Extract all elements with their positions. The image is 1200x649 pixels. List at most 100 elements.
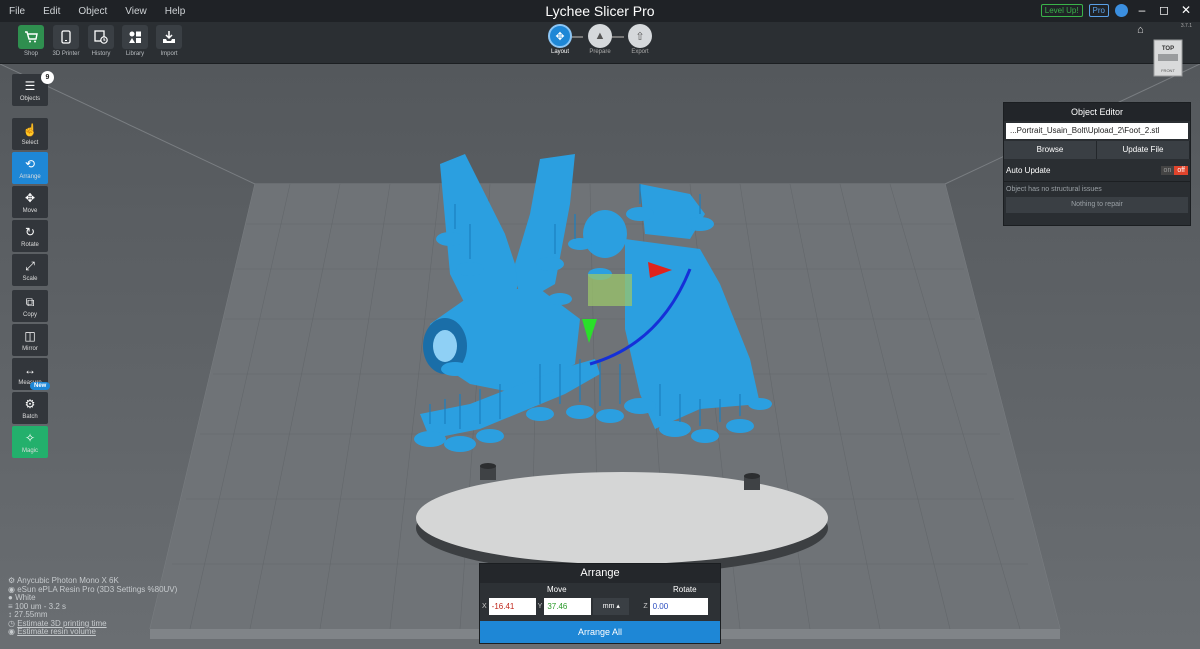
copy-label: Copy xyxy=(22,312,37,318)
library-label: Library xyxy=(125,51,145,57)
caret-up-icon: ▴ xyxy=(616,602,620,610)
copy-icon: ⧉ xyxy=(25,295,35,309)
batch-label: Batch xyxy=(22,414,38,420)
workflow-steps: ✥ Layout ▲ Prepare ⇧ Export xyxy=(543,23,663,63)
structural-status: Object has no structural issues xyxy=(1004,181,1190,193)
magic-button[interactable]: ✧ Magic xyxy=(12,426,48,458)
import-label: Import xyxy=(160,51,178,57)
batch-icon: ⚙ xyxy=(24,397,36,411)
auto-update-toggle[interactable]: on off xyxy=(1160,165,1188,175)
rotate-icon: ↻ xyxy=(24,225,36,239)
toggle-off[interactable]: off xyxy=(1174,165,1188,175)
step-layout[interactable]: ✥ Layout xyxy=(547,24,573,55)
pro-button[interactable]: Pro xyxy=(1088,3,1109,17)
arrange-title: Arrange xyxy=(480,564,720,583)
history-icon xyxy=(88,25,114,49)
new-badge: New xyxy=(30,382,51,390)
file-path-field[interactable]: ...Portrait_Usain_Bolt\Upload_2\Foot_2.s… xyxy=(1006,123,1188,139)
move-button[interactable]: ✥ Move xyxy=(12,186,48,218)
scale-label: Scale xyxy=(22,276,38,282)
move-arrows-icon: ✥ xyxy=(24,191,36,205)
batch-button[interactable]: New ⚙ Batch xyxy=(12,382,51,424)
shop-label: Shop xyxy=(23,51,38,57)
cart-icon xyxy=(18,25,44,49)
select-button[interactable]: ☝ Select xyxy=(12,118,48,150)
arrange-panel: Arrange Move Rotate X -16.41 Y 37.46 mm … xyxy=(479,563,721,644)
view-cube-top-label: TOP xyxy=(1162,46,1174,52)
view-cube[interactable]: TOP FRONT xyxy=(1153,39,1183,77)
menu-bar: File Edit Object View Help xyxy=(0,0,1200,22)
history-label: History xyxy=(91,51,111,57)
move-label: Move xyxy=(22,208,38,214)
update-file-button[interactable]: Update File xyxy=(1097,141,1190,159)
window-controls: Level Up! Pro – ◻ ✕ xyxy=(1040,2,1194,18)
minimize-icon[interactable]: – xyxy=(1134,2,1150,18)
version-label: 3.7.1 xyxy=(1180,23,1192,29)
mirror-button[interactable]: ◫ Mirror xyxy=(12,324,48,356)
pointer-hand-icon: ☝ xyxy=(22,123,38,137)
phone-printer-icon xyxy=(53,25,79,49)
user-icon[interactable] xyxy=(1115,3,1128,17)
export-icon: ⇧ xyxy=(628,24,652,48)
magic-label: Magic xyxy=(21,448,38,454)
magic-wand-icon: ✧ xyxy=(24,431,36,445)
estimate-resin-link[interactable]: ◉ Estimate resin volume xyxy=(8,627,177,637)
arrange-button[interactable]: ⟲ Arrange xyxy=(12,152,48,184)
shop-button[interactable]: Shop xyxy=(17,25,45,57)
import-icon xyxy=(156,25,182,49)
printer-button[interactable]: 3D Printer xyxy=(52,25,80,57)
move-arrows-icon: ✥ xyxy=(548,24,572,48)
repair-button[interactable]: Nothing to repair xyxy=(1006,197,1188,213)
history-button[interactable]: History xyxy=(87,25,115,57)
rotate-input[interactable]: 0.00 xyxy=(649,597,708,615)
rotate-label: Rotate xyxy=(21,242,39,248)
menu-help[interactable]: Help xyxy=(156,6,195,17)
y-input[interactable]: 37.46 xyxy=(544,597,592,615)
move-heading: Move xyxy=(547,585,567,594)
y-axis-label: Y xyxy=(537,602,543,610)
z-axis-label: Z xyxy=(643,602,648,610)
mirror-icon: ◫ xyxy=(24,329,36,343)
import-button[interactable]: Import xyxy=(155,25,183,57)
unit-value: mm xyxy=(602,602,615,610)
measure-icon: ↔ xyxy=(24,363,36,377)
step-export[interactable]: ⇧ Export xyxy=(627,24,653,55)
objects-count-badge: 9 xyxy=(41,71,54,84)
step-export-label: Export xyxy=(631,49,649,55)
printer-label: 3D Printer xyxy=(52,51,80,57)
supports-icon: ▲ xyxy=(588,24,612,48)
copy-button[interactable]: ⧉ Copy xyxy=(12,290,48,322)
select-label: Select xyxy=(21,140,39,146)
library-button[interactable]: Library xyxy=(121,25,149,57)
step-prepare[interactable]: ▲ Prepare xyxy=(587,24,613,55)
objects-button[interactable]: ☰ Objects 9 xyxy=(12,71,54,106)
unit-select[interactable]: mm ▴ xyxy=(593,597,630,615)
top-toolbar: Shop 3D Printer History Library Import ✥… xyxy=(0,22,1200,64)
menu-edit[interactable]: Edit xyxy=(34,6,69,17)
scale-icon: ⤢ xyxy=(25,259,35,273)
menu-object[interactable]: Object xyxy=(69,6,116,17)
object-editor-title: Object Editor xyxy=(1004,103,1190,121)
rotate-button[interactable]: ↻ Rotate xyxy=(12,220,48,252)
menu-view[interactable]: View xyxy=(116,6,156,17)
close-icon[interactable]: ✕ xyxy=(1178,2,1194,18)
left-toolbar: ☰ Objects 9 ☝ Select ⟲ Arrange ✥ Move ↻ … xyxy=(12,71,54,460)
scale-button[interactable]: ⤢ Scale xyxy=(12,254,48,286)
toggle-on[interactable]: on xyxy=(1160,165,1175,175)
maximize-icon[interactable]: ◻ xyxy=(1156,2,1172,18)
library-icon xyxy=(122,25,148,49)
x-input[interactable]: -16.41 xyxy=(488,597,536,615)
objects-label: Objects xyxy=(19,96,41,102)
object-editor-panel: Object Editor ...Portrait_Usain_Bolt\Upl… xyxy=(1003,102,1191,226)
auto-update-label: Auto Update xyxy=(1006,165,1051,175)
browse-button[interactable]: Browse xyxy=(1004,141,1097,159)
view-cube-front-label: FRONT xyxy=(1161,68,1175,73)
home-icon[interactable]: ⌂ xyxy=(1137,24,1144,36)
print-info: ⚙ Anycubic Photon Mono X 6K ◉ eSun ePLA … xyxy=(8,576,177,637)
menu-file[interactable]: File xyxy=(0,6,34,17)
arrange-all-button[interactable]: Arrange All xyxy=(480,621,720,643)
x-axis-label: X xyxy=(482,602,487,610)
rotate-heading: Rotate xyxy=(673,585,697,594)
mirror-label: Mirror xyxy=(22,346,38,352)
level-up-button[interactable]: Level Up! xyxy=(1040,3,1083,17)
